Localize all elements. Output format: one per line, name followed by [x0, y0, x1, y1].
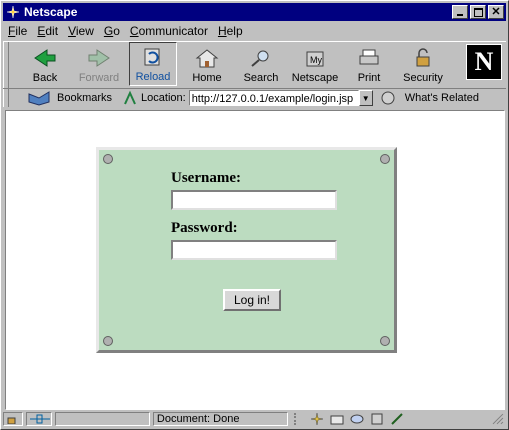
- reload-button[interactable]: Reload: [129, 42, 177, 86]
- chevron-down-icon: ▼: [361, 93, 370, 103]
- toolbar-grip[interactable]: [3, 42, 9, 88]
- security-status[interactable]: [3, 412, 23, 426]
- address-book-icon[interactable]: [370, 413, 384, 425]
- status-bar: Document: Done: [3, 410, 506, 428]
- back-button[interactable]: Back: [21, 42, 69, 86]
- bookmarks-label[interactable]: Bookmarks: [57, 92, 112, 104]
- grip-icon: [293, 413, 302, 425]
- menu-go[interactable]: Go: [99, 24, 125, 38]
- print-button[interactable]: Print: [345, 42, 393, 86]
- home-icon: [195, 49, 219, 68]
- search-button[interactable]: Search: [237, 42, 285, 86]
- location-label: Location:: [141, 92, 186, 104]
- maximize-icon: [473, 7, 483, 17]
- bookmarks-icon[interactable]: [27, 90, 51, 106]
- reload-icon: [144, 48, 160, 66]
- unlocked-icon: [7, 417, 16, 424]
- resize-grip-icon[interactable]: [492, 413, 504, 425]
- location-toolbar: Bookmarks Location: http://127.0.0.1/exa…: [3, 88, 506, 108]
- menu-help[interactable]: Help: [213, 24, 248, 38]
- screw-icon: [380, 154, 390, 164]
- username-label: Username:: [171, 170, 241, 186]
- close-button[interactable]: ✕: [488, 5, 504, 19]
- netscape-icon: My: [306, 51, 324, 67]
- login-button[interactable]: Log in!: [223, 289, 281, 311]
- browser-window: Netscape ✕ File Edit View Go Communicato…: [0, 0, 509, 430]
- security-button[interactable]: Security: [399, 42, 447, 86]
- whats-related-label[interactable]: What's Related: [405, 92, 479, 104]
- composer-icon[interactable]: [390, 413, 404, 425]
- netscape-app-icon: [6, 5, 20, 19]
- mail-icon[interactable]: [330, 413, 344, 425]
- back-icon: [34, 49, 56, 67]
- progress-bar: [54, 412, 150, 426]
- navigation-toolbar: Back Forward Reload Home Search My Netsc…: [3, 41, 506, 89]
- netscape-button[interactable]: My Netscape: [291, 42, 339, 86]
- home-button[interactable]: Home: [183, 42, 231, 86]
- menu-view[interactable]: View: [63, 24, 99, 38]
- page-content: Username: Password: Log in!: [5, 110, 505, 410]
- svg-text:My: My: [310, 55, 322, 65]
- security-lock-icon: [416, 48, 430, 67]
- login-panel: Username: Password: Log in!: [96, 147, 397, 353]
- screw-icon: [103, 154, 113, 164]
- close-icon: ✕: [491, 5, 501, 18]
- menu-edit[interactable]: Edit: [32, 24, 63, 38]
- forward-icon: [88, 49, 110, 67]
- location-icon[interactable]: [122, 90, 138, 106]
- status-text: Document: Done: [152, 412, 288, 426]
- password-input[interactable]: [171, 240, 337, 260]
- password-label: Password:: [171, 220, 238, 236]
- screw-icon: [380, 336, 390, 346]
- username-input[interactable]: [171, 190, 337, 210]
- menu-file[interactable]: File: [3, 24, 32, 38]
- menu-communicator[interactable]: Communicator: [125, 24, 213, 38]
- whats-related-icon[interactable]: [379, 90, 401, 106]
- maximize-button[interactable]: [470, 5, 486, 19]
- url-field[interactable]: http://127.0.0.1/example/login.jsp: [188, 90, 359, 106]
- screw-icon: [103, 336, 113, 346]
- search-icon: [251, 50, 269, 67]
- forward-button[interactable]: Forward: [75, 42, 123, 86]
- url-dropdown-button[interactable]: ▼: [358, 90, 373, 106]
- location-grip[interactable]: [3, 89, 9, 107]
- title-bar[interactable]: Netscape ✕: [3, 3, 506, 21]
- plug-icon: [29, 414, 50, 424]
- minimize-button[interactable]: [452, 5, 468, 19]
- discussions-icon[interactable]: [350, 413, 364, 425]
- netscape-logo[interactable]: N: [466, 44, 502, 80]
- navigator-icon[interactable]: [310, 413, 324, 425]
- window-title: Netscape: [24, 5, 78, 19]
- component-bar: [291, 412, 489, 426]
- connection-status[interactable]: [25, 412, 52, 426]
- print-icon: [359, 49, 379, 65]
- menu-bar: File Edit View Go Communicator Help: [3, 22, 506, 40]
- minimize-icon: [457, 13, 463, 16]
